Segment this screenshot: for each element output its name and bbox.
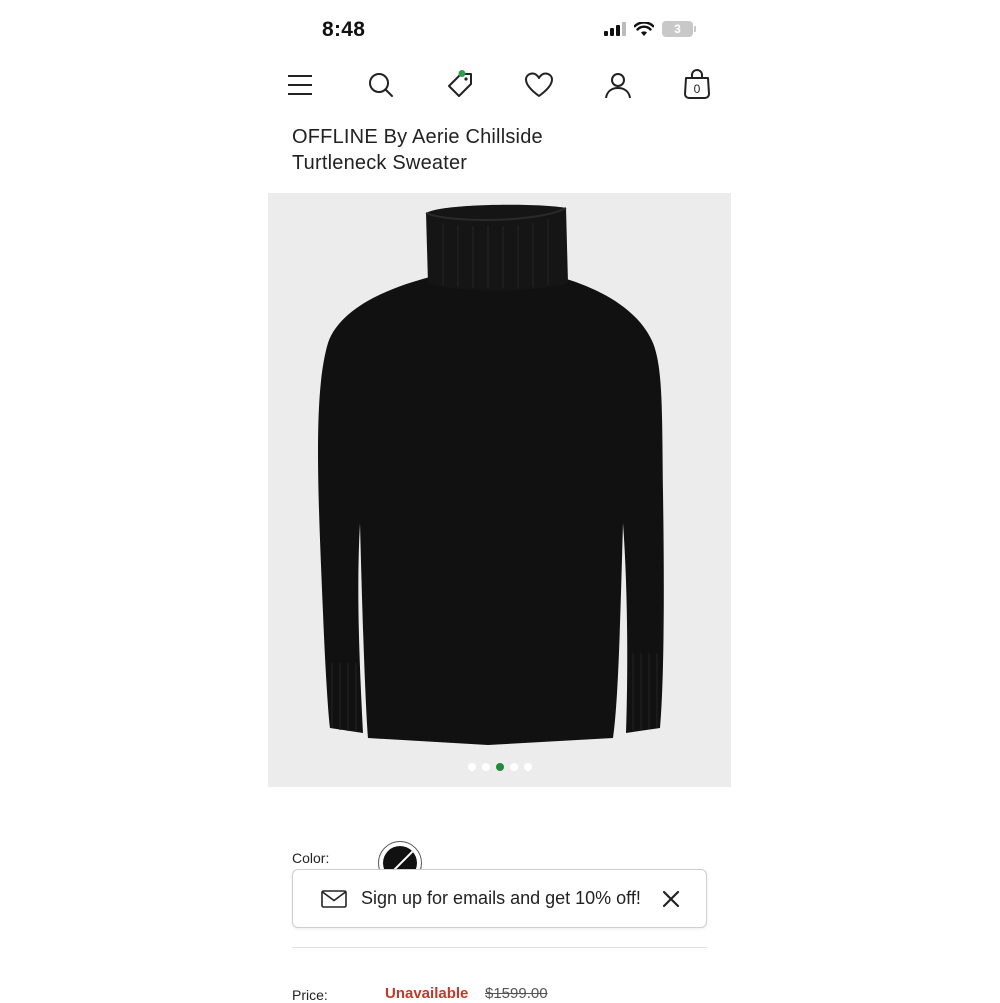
gallery-pagination xyxy=(268,763,731,771)
price-unavailable: Unavailable xyxy=(385,985,469,1002)
offers-tag-icon xyxy=(448,70,472,97)
sweater-image xyxy=(318,204,664,745)
price-label: Price: xyxy=(292,987,328,1003)
email-signup-text: Sign up for emails and get 10% off! xyxy=(361,888,641,908)
offers-notification-dot xyxy=(458,70,466,77)
gallery-dot[interactable] xyxy=(467,763,476,771)
close-icon xyxy=(662,890,680,907)
wishlist-button[interactable] xyxy=(519,65,559,105)
mail-icon xyxy=(321,889,347,908)
gallery-dot[interactable] xyxy=(509,763,518,771)
wishlist-heart-icon xyxy=(525,72,553,97)
status-time: 8:48 xyxy=(322,18,366,41)
bag-button[interactable]: 0 xyxy=(677,65,717,105)
cellular-signal-icon xyxy=(604,22,626,36)
battery-icon: 3 xyxy=(662,21,696,37)
account-button[interactable] xyxy=(598,65,638,105)
gallery-dot[interactable] xyxy=(481,763,490,771)
account-icon xyxy=(605,73,631,99)
bag-icon: 0 xyxy=(684,69,710,99)
product-title: OFFLINE By Aerie Chillside Turtleneck Sw… xyxy=(292,126,543,174)
menu-icon xyxy=(288,75,312,95)
battery-level: 3 xyxy=(674,22,681,36)
section-divider xyxy=(292,947,707,948)
offers-button[interactable] xyxy=(440,65,480,105)
product-image[interactable] xyxy=(268,193,731,787)
email-signup-banner[interactable]: Sign up for emails and get 10% off! xyxy=(292,869,707,928)
bag-count: 0 xyxy=(694,82,701,96)
wifi-icon xyxy=(634,21,654,36)
gallery-dot-active[interactable] xyxy=(495,763,504,771)
status-icons: 3 xyxy=(604,21,696,37)
search-button[interactable] xyxy=(361,65,401,105)
color-label: Color: xyxy=(292,850,330,866)
search-icon xyxy=(369,73,393,97)
original-price: $1599.00 xyxy=(485,985,548,1002)
gallery-dot[interactable] xyxy=(523,763,532,771)
close-banner-button[interactable] xyxy=(660,888,682,910)
menu-button[interactable] xyxy=(280,65,320,105)
